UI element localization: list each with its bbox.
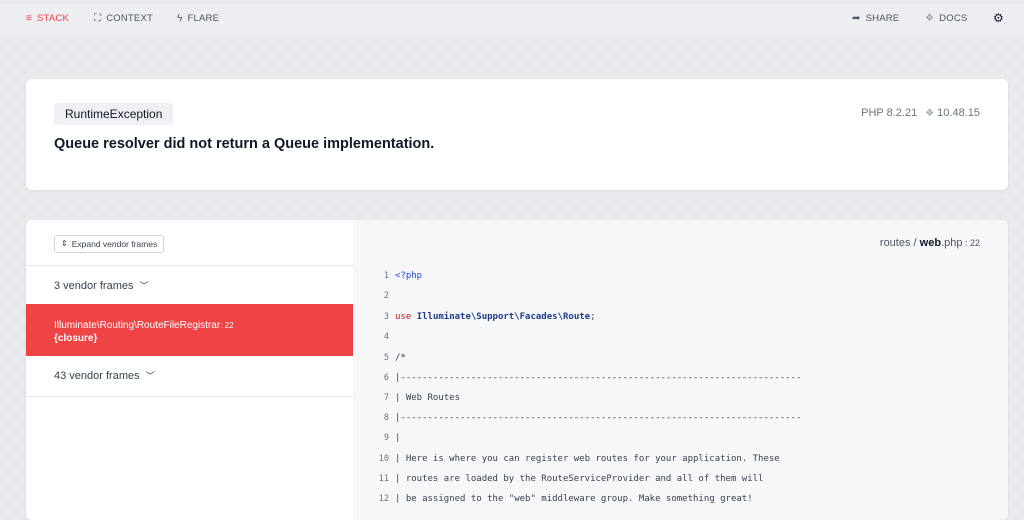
code-keyword: use: [395, 312, 417, 322]
line-number[interactable]: 6: [353, 368, 389, 388]
top-navigation-bar: ≡ STACK ⛶ CONTEXT ϟ FLARE ➦ SHARE ❖ DOCS…: [0, 4, 1024, 34]
vendor-frames-label: 3 vendor frames: [54, 280, 134, 292]
expand-vendor-frames-button[interactable]: ⇕ Expand vendor frames: [54, 235, 165, 253]
stack-trace-card: ⇕ Expand vendor frames 3 vendor frames ﹀…: [26, 220, 1008, 520]
code-line: 11 | routes are loaded by the RouteServi…: [353, 469, 1008, 489]
code-line: 8 |-------------------------------------…: [353, 408, 1008, 428]
line-number[interactable]: 12: [353, 489, 389, 509]
code-line: 4: [353, 327, 1008, 347]
code-rest: ;: [590, 312, 596, 322]
code-snippet-panel: routes / web.php : 22 1 <?php 2 3 use Il…: [353, 220, 1008, 520]
code-line: 2: [353, 286, 1008, 306]
line-number[interactable]: 4: [353, 327, 389, 347]
chevron-down-icon: ﹀: [145, 371, 155, 381]
file-path[interactable]: routes / web.php : 22: [880, 237, 980, 249]
tab-flare-label: FLARE: [187, 13, 220, 24]
file-name: web: [919, 237, 942, 249]
frame-class-name: Illuminate\Routing\RouteFileRegistrar: [54, 320, 221, 331]
line-number[interactable]: 10: [353, 449, 389, 469]
code-line: 7 | Web Routes: [353, 388, 1008, 408]
line-number[interactable]: 3: [353, 307, 389, 327]
code-text: use Illuminate\Support\Facades\Route;: [395, 307, 596, 327]
code-line: 12 | be assigned to the "web" middleware…: [353, 489, 1008, 509]
code-text: /*: [395, 353, 406, 363]
frame-class: Illuminate\Routing\RouteFileRegistrar: 2…: [54, 320, 234, 331]
share-button[interactable]: ➦ SHARE: [852, 13, 899, 24]
active-stack-frame[interactable]: Illuminate\Routing\RouteFileRegistrar: 2…: [26, 304, 353, 356]
code-line: 9 |: [353, 428, 1008, 448]
vendor-frames-group[interactable]: 3 vendor frames ﹀: [26, 265, 353, 305]
stack-frames-panel: ⇕ Expand vendor frames 3 vendor frames ﹀…: [26, 220, 354, 520]
laravel-icon: ❖: [925, 107, 935, 119]
share-label: SHARE: [865, 13, 900, 24]
share-icon: ➦: [852, 12, 861, 24]
code-line: 6 |-------------------------------------…: [353, 368, 1008, 388]
line-number[interactable]: 9: [353, 428, 389, 448]
version-info: PHP 8.2.21 ❖ 10.48.15: [861, 107, 980, 119]
chevron-down-icon: ﹀: [139, 281, 149, 291]
context-icon: ⛶: [94, 12, 102, 24]
frame-function: {closure}: [54, 333, 98, 344]
code-namespace: Illuminate\Support\Facades\Route: [416, 312, 591, 322]
file-ext: .php: [941, 237, 963, 249]
frame-line: : 22: [220, 321, 234, 330]
code-text: |---------------------------------------…: [395, 413, 802, 423]
code-line: 10 | Here is where you can register web …: [353, 449, 1008, 469]
laravel-icon: ❖: [925, 12, 935, 24]
expand-label: Expand vendor frames: [71, 239, 158, 249]
docs-button[interactable]: ❖ DOCS: [925, 13, 967, 24]
php-version: PHP 8.2.21: [861, 107, 918, 119]
tab-context[interactable]: ⛶ CONTEXT: [94, 13, 153, 24]
expand-icon: ⇕: [61, 239, 68, 248]
code-text: <?php: [395, 271, 423, 281]
docs-label: DOCS: [939, 13, 968, 24]
line-number[interactable]: 11: [353, 469, 389, 489]
line-number[interactable]: 8: [353, 408, 389, 428]
file-line: : 22: [962, 238, 980, 248]
exception-message: Queue resolver did not return a Queue im…: [54, 136, 435, 152]
tab-stack[interactable]: ≡ STACK: [26, 13, 69, 24]
flare-icon: ϟ: [177, 12, 183, 24]
exception-header-card: RuntimeException Queue resolver did not …: [26, 79, 1008, 190]
line-number[interactable]: 1: [353, 266, 389, 286]
line-number[interactable]: 2: [353, 286, 389, 306]
line-number[interactable]: 7: [353, 388, 389, 408]
stack-icon: ≡: [26, 12, 33, 24]
file-dir: routes /: [879, 237, 920, 249]
tab-flare[interactable]: ϟ FLARE: [177, 13, 219, 24]
code-line: 1 <?php: [353, 266, 1008, 286]
vendor-frames-label: 43 vendor frames: [54, 370, 140, 382]
code-line: 3 use Illuminate\Support\Facades\Route;: [353, 307, 1008, 327]
code-text: | be assigned to the "web" middleware gr…: [395, 494, 753, 504]
tab-context-label: CONTEXT: [106, 13, 153, 24]
exception-class-badge[interactable]: RuntimeException: [54, 103, 174, 125]
code-text: | Here is where you can register web rou…: [395, 454, 780, 464]
tab-stack-label: STACK: [37, 13, 70, 24]
code-text: |: [395, 433, 401, 443]
code-line: 5 /*: [353, 348, 1008, 368]
vendor-frames-group[interactable]: 43 vendor frames ﹀: [26, 356, 353, 397]
laravel-version: 10.48.15: [937, 107, 980, 119]
code-text: | Web Routes: [395, 393, 461, 403]
code-text: |---------------------------------------…: [395, 373, 802, 383]
gear-icon[interactable]: ⚙: [993, 11, 1004, 25]
code-text: | routes are loaded by the RouteServiceP…: [395, 474, 764, 484]
line-number[interactable]: 5: [353, 348, 389, 368]
